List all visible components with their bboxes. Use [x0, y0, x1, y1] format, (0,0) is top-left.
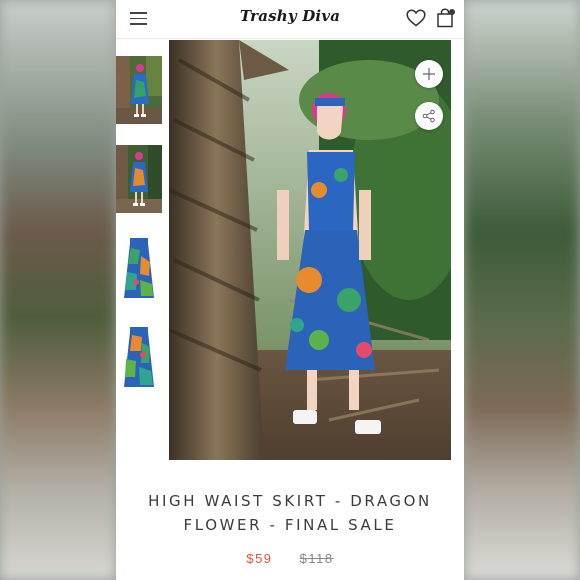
product-page: Trashy Diva HIGH WAIST SKIRT - DRAGON FL…: [116, 0, 464, 580]
skirt-back-thumbnail[interactable]: [116, 323, 162, 391]
full-length-thumbnail[interactable]: [116, 145, 162, 213]
site-header: Trashy Diva: [116, 0, 464, 39]
plus-icon: [423, 68, 435, 80]
blur-right: [464, 0, 580, 580]
heart-icon[interactable]: [406, 9, 426, 27]
zoom-button[interactable]: [415, 60, 443, 88]
share-icon: [422, 109, 435, 123]
product-title: HIGH WAIST SKIRT - DRAGON FLOWER - FINAL…: [116, 489, 464, 537]
cart-badge: [449, 9, 455, 15]
share-button[interactable]: [415, 102, 443, 130]
front-view-thumbnail[interactable]: [116, 56, 162, 124]
skirt-front-thumbnail[interactable]: [116, 234, 162, 302]
price-row: $59 $118: [116, 551, 464, 566]
sale-price: $59: [246, 551, 273, 566]
product-title-line1: HIGH WAIST SKIRT - DRAGON: [148, 492, 432, 510]
main-product-image[interactable]: [169, 40, 451, 460]
product-title-line2: FLOWER - FINAL SALE: [183, 516, 397, 534]
blur-left: [0, 0, 116, 580]
compare-at-price: $118: [299, 551, 334, 566]
